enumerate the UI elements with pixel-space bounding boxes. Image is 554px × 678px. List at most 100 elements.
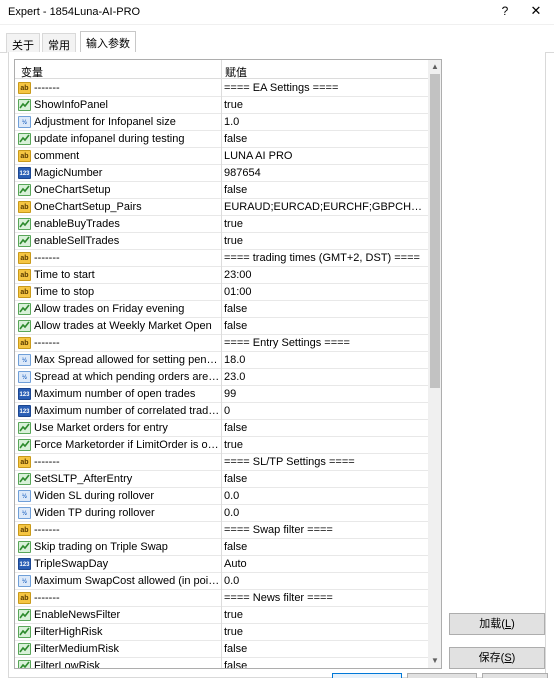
column-header-variable[interactable]: 变量 (21, 64, 43, 80)
parameter-value[interactable]: false (224, 473, 424, 485)
parameter-name: Allow trades on Friday evening (34, 303, 185, 315)
parameter-value[interactable]: false (224, 133, 424, 145)
bool-type-icon (18, 184, 31, 196)
bool-type-icon (18, 473, 31, 485)
close-button[interactable]: ✕ (526, 3, 546, 21)
parameter-value[interactable]: true (224, 99, 424, 111)
parameter-value[interactable]: false (224, 541, 424, 553)
bool-type-icon (18, 133, 31, 145)
parameter-name: Maximum number of correlated trade... (34, 405, 220, 417)
parameter-value[interactable]: false (224, 422, 424, 434)
bool-type-icon (18, 320, 31, 332)
parameter-name: Spread at which pending orders are d... (34, 371, 220, 383)
double-type-icon: ½ (18, 371, 31, 383)
bool-type-icon (18, 643, 31, 655)
parameter-name: Time to start (34, 269, 95, 281)
bool-type-icon (18, 609, 31, 621)
parameter-name: Maximum number of open trades (34, 388, 196, 400)
bool-type-icon (18, 541, 31, 553)
parameter-value[interactable]: 0.0 (224, 575, 424, 587)
parameters-grid[interactable]: 变量 赋值 ab ------- ==== EA Settings ==== Show… (14, 59, 442, 669)
save-button[interactable]: 保存(S) (449, 647, 545, 669)
parameter-value[interactable]: ==== Entry Settings ==== (224, 337, 424, 349)
vertical-scrollbar[interactable]: ▲ ▼ (428, 60, 441, 668)
save-button-label: 保存(S) (478, 652, 516, 664)
parameter-value[interactable]: 0.0 (224, 490, 424, 502)
parameter-value[interactable]: 01:00 (224, 286, 424, 298)
parameter-value[interactable]: 18.0 (224, 354, 424, 366)
parameter-name: ------- (34, 592, 60, 604)
parameter-value[interactable]: ==== Swap filter ==== (224, 524, 424, 536)
string-type-icon: ab (18, 252, 31, 264)
bool-type-icon (18, 422, 31, 434)
parameter-name: Adjustment for Infopanel size (34, 116, 176, 128)
parameter-value[interactable]: 23:00 (224, 269, 424, 281)
parameter-value[interactable]: 987654 (224, 167, 424, 179)
parameter-value[interactable]: true (224, 218, 424, 230)
cancel-button[interactable] (407, 673, 477, 678)
parameter-value[interactable]: ==== EA Settings ==== (224, 82, 424, 94)
tab-inputs[interactable]: 输入参数 (80, 31, 136, 54)
parameter-value[interactable]: false (224, 643, 424, 655)
column-header-value[interactable]: 赋值 (225, 64, 247, 80)
parameter-value[interactable]: 23.0 (224, 371, 424, 383)
parameter-name: ------- (34, 82, 60, 94)
parameter-value[interactable]: ==== News filter ==== (224, 592, 424, 604)
parameter-value[interactable]: EURAUD;EURCAD;EURCHF;GBPCHF;AUDU... (224, 201, 424, 213)
double-type-icon: ½ (18, 507, 31, 519)
integer-type-icon: 123 (18, 388, 31, 400)
parameter-name: Widen SL during rollover (34, 490, 155, 502)
load-button[interactable]: 加载(L) (449, 613, 545, 635)
double-type-icon: ½ (18, 490, 31, 502)
parameter-value[interactable]: ==== SL/TP Settings ==== (224, 456, 424, 468)
parameter-value[interactable]: false (224, 303, 424, 315)
parameter-name: MagicNumber (34, 167, 103, 179)
scroll-thumb[interactable] (430, 74, 440, 388)
bool-type-icon (18, 439, 31, 451)
string-type-icon: ab (18, 269, 31, 281)
parameter-value[interactable]: false (224, 184, 424, 196)
parameter-value[interactable]: true (224, 626, 424, 638)
parameter-value[interactable]: LUNA AI PRO (224, 150, 424, 162)
parameter-value[interactable]: 1.0 (224, 116, 424, 128)
reset-button[interactable] (482, 673, 548, 678)
parameter-value[interactable]: true (224, 235, 424, 247)
load-button-label: 加载(L) (479, 618, 515, 630)
scroll-down-arrow-icon[interactable]: ▼ (428, 654, 441, 668)
title-bar: Expert - 1854Luna-AI-PRO ? ✕ (0, 0, 554, 25)
parameter-name: TripleSwapDay (34, 558, 109, 570)
column-divider[interactable] (221, 60, 222, 668)
integer-type-icon: 123 (18, 167, 31, 179)
help-button[interactable]: ? (496, 4, 514, 22)
bool-type-icon (18, 99, 31, 111)
tab-common[interactable]: 常用 (42, 33, 76, 53)
bool-type-icon (18, 235, 31, 247)
parameter-name: FilterLowRisk (34, 660, 101, 669)
ok-button[interactable] (332, 673, 402, 678)
parameter-value[interactable]: 99 (224, 388, 424, 400)
parameter-name: enableBuyTrades (34, 218, 120, 230)
parameter-name: ------- (34, 252, 60, 264)
parameter-value[interactable]: 0 (224, 405, 424, 417)
parameter-value[interactable]: 0.0 (224, 507, 424, 519)
parameter-value[interactable]: true (224, 609, 424, 621)
string-type-icon: ab (18, 592, 31, 604)
double-type-icon: ½ (18, 116, 31, 128)
parameter-name: SetSLTP_AfterEntry (34, 473, 133, 485)
parameter-name: Use Market orders for entry (34, 422, 168, 434)
double-type-icon: ½ (18, 354, 31, 366)
tab-about[interactable]: 关于 (6, 33, 40, 53)
parameter-value[interactable]: Auto (224, 558, 424, 570)
parameter-name: ------- (34, 456, 60, 468)
integer-type-icon: 123 (18, 405, 31, 417)
parameter-name: Allow trades at Weekly Market Open (34, 320, 212, 332)
parameter-value[interactable]: false (224, 660, 424, 668)
scroll-up-arrow-icon[interactable]: ▲ (428, 60, 441, 74)
string-type-icon: ab (18, 82, 31, 94)
parameter-value[interactable]: ==== trading times (GMT+2, DST) ==== (224, 252, 424, 264)
parameter-value[interactable]: false (224, 320, 424, 332)
parameter-name: Time to stop (34, 286, 95, 298)
bool-type-icon (18, 626, 31, 638)
parameter-value[interactable]: true (224, 439, 424, 451)
string-type-icon: ab (18, 524, 31, 536)
